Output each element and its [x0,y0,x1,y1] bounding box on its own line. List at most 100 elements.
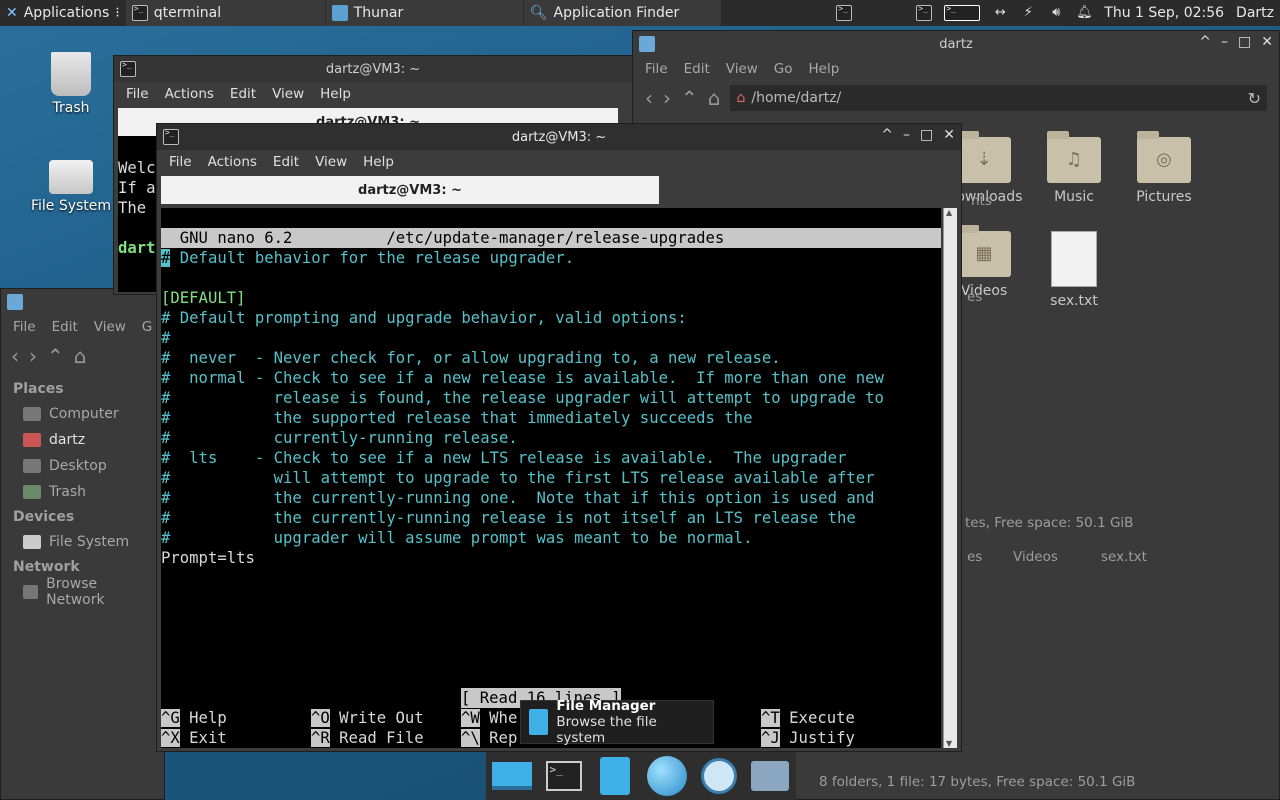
nano-editor[interactable]: GNU nano 6.2 /etc/update-manager/release… [161,208,941,748]
menu-file[interactable]: File [637,61,676,77]
places-sidebar: Places Computer dartz Desktop Trash Devi… [1,373,164,608]
home-icon[interactable]: ⌂ [74,344,87,368]
network-icon[interactable]: ↔ [992,5,1008,21]
shortcut-read-file[interactable]: Read File [339,729,424,747]
task-qterminal[interactable]: qterminal [125,0,326,26]
applications-menu-button[interactable]: ✕ Applications ⁝ [0,0,126,26]
terminal-tab[interactable]: dartz@VM3: ~ [161,176,659,204]
sidebar-label: Computer [49,406,119,422]
app-finder-icon[interactable] [697,754,741,798]
shortcut-where-is[interactable]: Whe [489,709,517,727]
shade-icon[interactable]: ^ [881,127,893,143]
comment-line: # lts - Check to see if a new LTS releas… [161,449,847,467]
task-thunar[interactable]: Thunar [325,0,524,26]
shortcut-key: ^W [461,709,480,727]
desktop-icon [23,459,41,473]
task-label: Application Finder [553,5,680,21]
sidebar-item-browse-network[interactable]: Browse Network [1,576,164,608]
reload-icon[interactable]: ↻ [1248,89,1261,108]
file-sex-txt[interactable]: sex.txt [1029,231,1119,309]
menu-help[interactable]: Help [801,61,848,77]
file-manager-icon[interactable] [593,754,637,798]
notification-icon[interactable]: 🔔︎ [1076,5,1093,21]
sidebar-item-file-system[interactable]: File System [1,529,164,555]
user-menu[interactable]: Dartz [1236,5,1274,21]
folder-music[interactable]: ♫ Music [1029,131,1119,205]
task-application-finder[interactable]: 🔍︎ Application Finder [523,0,722,26]
terminal-scrollbar[interactable] [943,208,957,748]
section-line: [DEFAULT] [161,289,246,307]
folder-icon [331,5,348,21]
shortcut-execute[interactable]: Execute [789,709,855,727]
menu-file[interactable]: File [118,86,157,102]
menu-view[interactable]: View [264,86,312,102]
forward-icon[interactable]: › [29,344,37,368]
comment-line: # the currently-running one. Note that i… [161,489,875,507]
terminal-launcher-icon[interactable] [836,4,853,21]
desktop-trash[interactable]: Trash [26,52,116,116]
shortcut-justify[interactable]: Justify [789,729,855,747]
workspace-2-icon[interactable] [944,4,981,21]
folder-pictures[interactable]: ◎ Pictures [1119,131,1209,205]
forward-icon[interactable]: › [663,86,671,110]
show-desktop-icon[interactable] [490,754,534,798]
sidebar-item-computer[interactable]: Computer [1,401,164,427]
folder-icon[interactable] [748,754,792,798]
menu-help[interactable]: Help [355,154,402,170]
minimize-icon[interactable]: – [903,127,910,143]
menu-view[interactable]: View [307,154,355,170]
clock[interactable]: Thu 1 Sep, 02:56 [1104,5,1224,21]
terminal-front-titlebar[interactable]: dartz@VM3: ~ ^ – □ ✕ [157,124,961,150]
menu-edit[interactable]: Edit [222,86,264,102]
volume-icon[interactable]: 🔊︎ [1048,5,1064,21]
shortcut-exit[interactable]: Exit [189,729,227,747]
menu-go[interactable]: Go [766,61,801,77]
menu-file[interactable]: File [5,319,44,335]
back-icon[interactable]: ‹ [645,86,653,110]
folder-icon [7,294,23,310]
menu-file[interactable]: File [161,154,200,170]
menu-actions[interactable]: Actions [157,86,222,102]
close-icon[interactable]: ✕ [1261,34,1273,50]
menu-help[interactable]: Help [312,86,359,102]
bottom-status-bar: 8 folders, 1 file: 17 bytes, Free space:… [819,774,1136,790]
thunar-titlebar[interactable]: dartz ^ – □ ✕ [633,31,1279,57]
up-icon[interactable]: ⌃ [681,86,698,110]
terminal-icon [120,60,136,77]
power-icon[interactable]: ⚡ [1020,5,1036,21]
top-panel: ✕ Applications ⁝ qterminal Thunar 🔍︎ App… [0,0,1280,26]
path-field[interactable]: ⌂ /home/dartz/ ↻ [730,85,1267,111]
up-icon[interactable]: ⌃ [47,344,64,368]
dock-tooltip: File Manager Browse the file system [520,698,714,746]
close-icon[interactable]: ✕ [943,127,955,143]
minimize-icon[interactable]: – [1221,34,1228,50]
text-file-icon [1051,231,1097,287]
shortcut-help[interactable]: Help [189,709,227,727]
menu-edit[interactable]: Edit [676,61,718,77]
camera-folder-icon: ◎ [1137,131,1191,183]
sidebar-item-trash[interactable]: Trash [1,479,164,505]
shortcut-key: ^J [761,729,780,747]
menu-view[interactable]: View [718,61,766,77]
terminal-icon[interactable]: >_ [542,754,586,798]
computer-icon [23,407,41,421]
shade-icon[interactable]: ^ [1199,34,1211,50]
shortcut-replace[interactable]: Rep [489,729,517,747]
menu-actions[interactable]: Actions [200,154,265,170]
menu-view[interactable]: View [86,319,134,335]
menu-edit[interactable]: Edit [44,319,86,335]
desktop-file-system[interactable]: File System [26,160,116,214]
back-icon[interactable]: ‹ [11,344,19,368]
drive-icon [23,535,41,549]
maximize-icon[interactable]: □ [920,127,933,143]
maximize-icon[interactable]: □ [1238,34,1251,50]
sidebar-item-dartz[interactable]: dartz [1,427,164,453]
menu-edit[interactable]: Edit [265,154,307,170]
file-label: sex.txt [1050,293,1098,309]
shortcut-write-out[interactable]: Write Out [339,709,424,727]
sidebar-item-desktop[interactable]: Desktop [1,453,164,479]
terminal-back-titlebar[interactable]: dartz@VM3: ~ [114,56,632,82]
workspace-1-icon[interactable] [916,4,933,21]
web-browser-icon[interactable] [645,754,689,798]
home-icon[interactable]: ⌂ [708,86,721,110]
